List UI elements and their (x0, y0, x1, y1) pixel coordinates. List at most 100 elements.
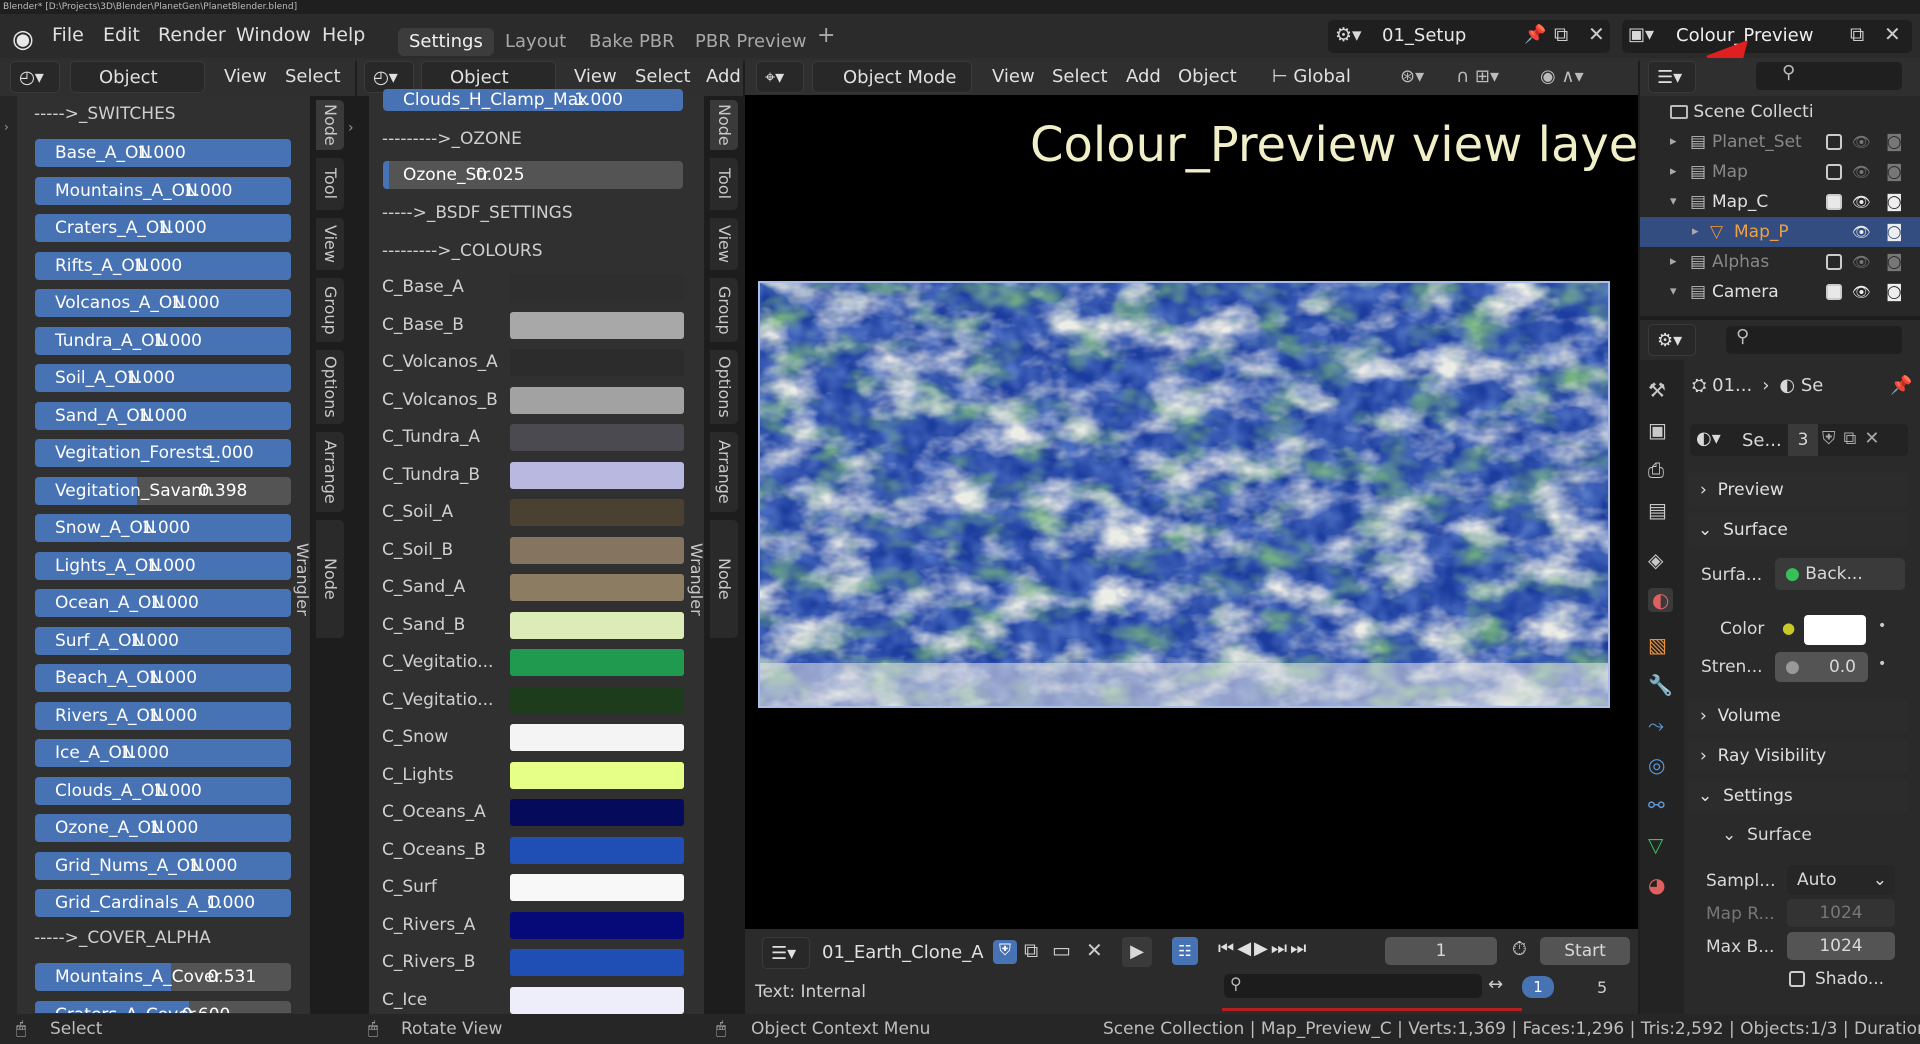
world-actions-icon[interactable]: ⛨⧉✕ (1822, 428, 1887, 449)
switch-slider[interactable]: Vegitation_Forests_1.000 (35, 439, 291, 467)
switch-slider[interactable]: Vegitation_Savann0.398 (35, 476, 291, 505)
sidebar-tab[interactable]: Node (710, 100, 738, 150)
modifier-icon[interactable]: 🔧 (1648, 673, 1673, 697)
playback-controls-icon[interactable]: ⏮◀▶⏭⏭ (1218, 938, 1309, 959)
exclude-checkbox[interactable] (1826, 164, 1842, 180)
strength-keyframe-icon[interactable]: • (1878, 656, 1886, 672)
scene-name[interactable]: 01_Setup (1382, 25, 1466, 46)
pin-icon[interactable]: 📌 (1524, 24, 1546, 45)
switch-slider[interactable]: Soil_A_ON1.000 (35, 364, 291, 392)
camera-icon[interactable]: ◙ (1886, 157, 1903, 187)
viewport-select-menu[interactable]: Select (1052, 61, 1108, 93)
line-numbers-icon[interactable]: ☷ (1172, 937, 1198, 965)
viewport-object-menu[interactable]: Object (1178, 61, 1237, 93)
switch-slider[interactable]: Snow_A_ON1.000 (35, 514, 291, 542)
expand-arrow-icon[interactable]: ▸ (1670, 157, 1677, 187)
surface-shader-field[interactable]: ● Back... (1775, 558, 1905, 590)
outliner-row[interactable]: ▾ ▤ Map_C 👁 ◙ (1640, 187, 1920, 217)
section-surface[interactable]: ⌄ Surface (1688, 513, 1908, 547)
colour-swatch[interactable] (510, 349, 684, 376)
switch-slider[interactable]: Mountains_A_ON1.000 (35, 176, 291, 205)
output-icon[interactable]: ⎙ (1648, 458, 1664, 482)
fake-user-shield-icon[interactable]: ⛨ (993, 940, 1017, 964)
particles-icon[interactable]: ⤳ (1648, 713, 1664, 737)
expand-arrow-icon[interactable]: ▸ (1692, 217, 1699, 247)
blender-logo-icon[interactable]: ◉ (12, 24, 34, 53)
strength-field[interactable]: ● 0.0 (1775, 652, 1868, 682)
unlink-text-icon[interactable]: ✕ (1086, 938, 1103, 962)
constraints-icon[interactable]: ⚯ (1648, 793, 1665, 817)
object-icon[interactable]: ▧ (1648, 633, 1667, 657)
pivot-icon[interactable]: ⊛▾ (1400, 61, 1424, 93)
duplicate-text-icon[interactable]: ⧉ (1024, 938, 1038, 962)
switch-slider[interactable]: Base_A_ON1.000 (35, 139, 291, 167)
properties-search[interactable] (1726, 326, 1902, 354)
eye-icon[interactable]: 👁 (1852, 187, 1871, 217)
expand-arrow-icon[interactable]: ▸ (1670, 127, 1677, 157)
current-frame-field[interactable]: 1 (1385, 937, 1497, 965)
colour-swatch[interactable] (510, 311, 684, 339)
menu-render[interactable]: Render (158, 24, 226, 46)
section-volume[interactable]: › Volume (1688, 699, 1908, 733)
colour-swatch[interactable] (510, 724, 684, 751)
color-keyframe-icon[interactable]: • (1878, 618, 1886, 634)
colour-swatch[interactable] (510, 761, 684, 789)
left-mode-dropdown[interactable]: Object (70, 61, 205, 93)
outliner-row[interactable]: ▸ ▤ Planet_Set 👁 ◙ (1640, 127, 1920, 157)
tab-layout[interactable]: Layout (494, 28, 577, 56)
switch-slider[interactable]: Craters_A_ON1.000 (35, 214, 291, 242)
switch-slider[interactable]: Ice_A_ON1.000 (35, 739, 291, 767)
world-users[interactable]: 3 (1788, 424, 1818, 456)
exclude-checkbox[interactable] (1826, 194, 1842, 210)
expand-arrow-icon[interactable]: ▾ (1670, 277, 1677, 307)
close-view-layer-icon[interactable]: ✕ (1884, 22, 1901, 46)
menu-edit[interactable]: Edit (103, 24, 140, 46)
camera-icon[interactable]: ◙ (1886, 247, 1903, 277)
menu-file[interactable]: File (52, 24, 84, 46)
switch-slider[interactable]: Ozone_A_ON1.000 (35, 814, 291, 842)
switch-slider[interactable]: Beach_A_ON1.000 (35, 664, 291, 692)
outliner-search[interactable] (1756, 62, 1902, 90)
sidebar-tab[interactable]: Tool (316, 158, 344, 210)
switch-slider[interactable]: Rifts_A_ON1.000 (35, 251, 291, 280)
view-layer-icon[interactable]: ▤ (1648, 498, 1667, 522)
left-expand-icon[interactable]: › (348, 120, 354, 136)
sidebar-tab[interactable]: View (316, 218, 344, 270)
switch-slider[interactable]: Tundra_A_ON1.000 (35, 326, 291, 355)
data-icon[interactable]: ▽ (1648, 833, 1663, 857)
material-icon[interactable]: ◕ (1648, 873, 1665, 897)
exclude-checkbox[interactable] (1826, 134, 1842, 150)
properties-editor-type-icon[interactable]: ⚙▾ (1648, 324, 1696, 356)
exclude-checkbox[interactable] (1826, 284, 1842, 300)
sidebar-tab[interactable]: Options (316, 350, 344, 424)
world-name[interactable]: Se... (1742, 430, 1782, 451)
menu-window[interactable]: Window (236, 24, 311, 46)
world-icon[interactable]: ◐ (1648, 588, 1674, 612)
colour-swatch[interactable] (510, 611, 684, 639)
viewport-add-menu[interactable]: Add (1126, 61, 1161, 93)
snap-icon[interactable]: ∩ ⊞▾ (1456, 61, 1499, 93)
text-editor-type-icon[interactable]: ☰▾ (762, 937, 810, 969)
colour-swatch[interactable] (510, 874, 684, 901)
tab-pbr-preview[interactable]: PBR Preview (684, 28, 818, 56)
sidebar-tab[interactable]: Node Wrangler (687, 520, 738, 638)
colour-swatch[interactable] (510, 799, 684, 826)
proportional-edit-icon[interactable]: ◉ ∧▾ (1540, 61, 1584, 93)
eye-icon[interactable]: 👁 (1852, 247, 1871, 277)
new-view-layer-icon[interactable]: ⧉ (1850, 22, 1864, 46)
playhead-frame[interactable]: 1 (1522, 976, 1554, 998)
expand-arrow-icon[interactable]: ▸ (1670, 247, 1677, 277)
eye-icon[interactable]: 👁 (1852, 157, 1871, 187)
colour-swatch[interactable] (510, 574, 684, 601)
colour-swatch[interactable] (510, 649, 684, 676)
sidebar-tab[interactable]: Group (710, 278, 738, 342)
run-script-icon[interactable]: ▶ (1122, 937, 1152, 967)
object-mode-dropdown[interactable]: Object Mode (812, 61, 972, 93)
sidebar-tab[interactable]: Group (316, 278, 344, 342)
switch-slider[interactable]: Lights_A_ON1.000 (35, 551, 291, 580)
menu-help[interactable]: Help (322, 24, 365, 46)
sidebar-tab[interactable]: View (710, 218, 738, 270)
colour-swatch[interactable] (510, 274, 684, 301)
camera-icon[interactable]: ◙ (1886, 217, 1903, 247)
section-preview[interactable]: › Preview (1688, 473, 1908, 507)
